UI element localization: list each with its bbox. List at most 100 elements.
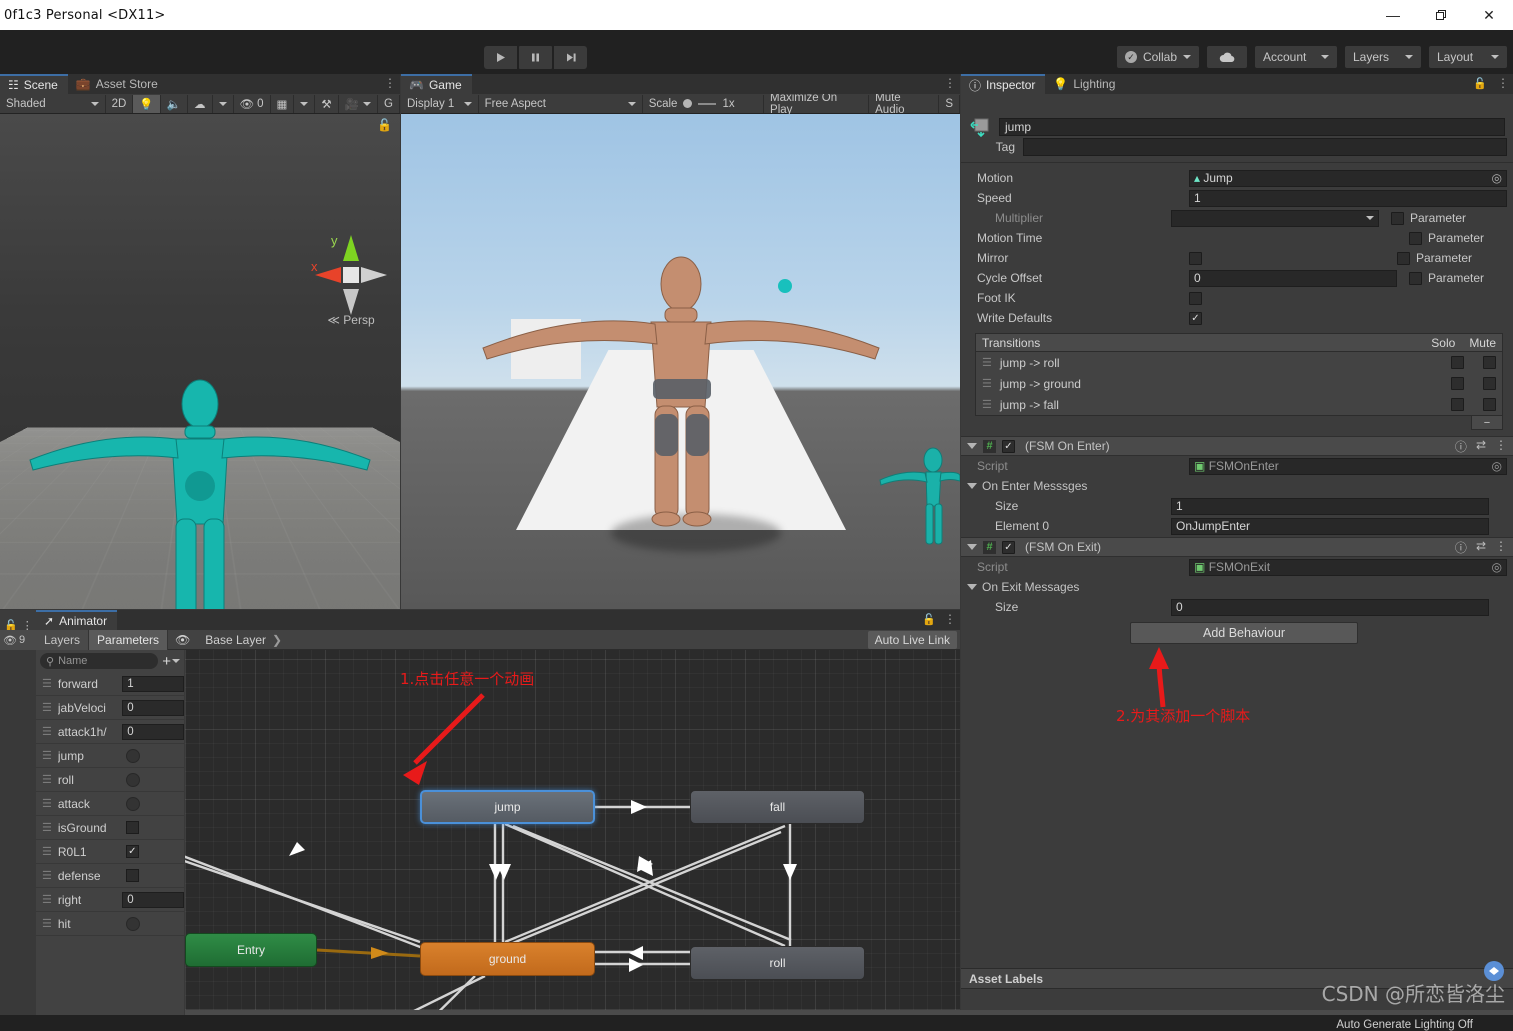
drag-handle-icon[interactable]: ☰ xyxy=(42,821,52,834)
foldout-arrow-icon[interactable] xyxy=(967,443,977,449)
drag-handle-icon[interactable]: ☰ xyxy=(982,356,992,369)
cycle-offset-parameter-checkbox[interactable] xyxy=(1409,271,1422,285)
list-item[interactable]: ☰ forward 1 xyxy=(36,672,184,696)
solo-checkbox[interactable] xyxy=(1451,377,1464,390)
list-foldout-on-enter[interactable]: On Enter Messsges xyxy=(961,476,1513,496)
table-row[interactable]: ☰ jump -> roll xyxy=(976,352,1502,373)
scene-view-gizmo[interactable]: y x ≪ Persp xyxy=(305,229,397,339)
tag-field[interactable] xyxy=(1023,138,1507,156)
effects-dropdown-icon[interactable] xyxy=(213,94,234,113)
step-button[interactable] xyxy=(554,46,587,69)
animator-state-graph[interactable]: jump fall ground roll Entry 1.点击任意一个动画 xyxy=(185,650,960,1010)
drag-handle-icon[interactable]: ☰ xyxy=(42,893,52,906)
component-header-fsm-on-enter[interactable]: # ✓ (FSM On Enter) ⓘ ⇄ ⋮ xyxy=(961,436,1513,456)
component-header-fsm-on-exit[interactable]: # ✓ (FSM On Exit) ⓘ ⇄ ⋮ xyxy=(961,537,1513,557)
table-row[interactable]: ☰ jump -> ground xyxy=(976,373,1502,394)
scene-viewport[interactable]: y x ≪ Persp 🔓 xyxy=(0,114,400,609)
list-item[interactable]: ☰ hit xyxy=(36,912,184,936)
collab-button[interactable]: ✓ Collab xyxy=(1116,46,1199,68)
pause-button[interactable] xyxy=(519,46,552,69)
camera-icon[interactable]: 🎥 xyxy=(339,94,379,113)
state-node-fall[interactable]: fall xyxy=(690,790,865,824)
solo-checkbox[interactable] xyxy=(1451,398,1464,411)
scene-panel-menu-icon[interactable]: ⋮ xyxy=(384,76,396,90)
close-icon[interactable]: ✕ xyxy=(1465,0,1513,30)
breadcrumb[interactable]: Base Layer ❯ xyxy=(197,633,282,647)
tools-icon[interactable]: ⚒ xyxy=(315,94,339,113)
drag-handle-icon[interactable]: ☰ xyxy=(42,869,52,882)
trigger-toggle[interactable] xyxy=(125,748,140,763)
auto-live-link-button[interactable]: Auto Live Link xyxy=(867,630,957,649)
mirror-checkbox[interactable] xyxy=(1189,251,1202,265)
list-foldout-on-exit[interactable]: On Exit Messages xyxy=(961,577,1513,597)
drag-handle-icon[interactable]: ☰ xyxy=(42,773,52,786)
kebab-menu-icon[interactable]: ⋮ xyxy=(1495,438,1507,455)
minimize-icon[interactable]: — xyxy=(1369,0,1417,30)
drag-handle-icon[interactable]: ☰ xyxy=(42,797,52,810)
drag-handle-icon[interactable]: ☰ xyxy=(42,701,52,714)
shading-mode-dropdown[interactable]: Shaded xyxy=(0,94,106,113)
list-item[interactable]: ☰ jump xyxy=(36,744,184,768)
game-panel-menu-icon[interactable]: ⋮ xyxy=(944,76,956,90)
state-node-ground[interactable]: ground xyxy=(420,942,595,976)
scale-slider[interactable]: Scale 1x xyxy=(643,94,765,113)
add-behaviour-button[interactable]: Add Behaviour xyxy=(1130,622,1358,644)
mirror-parameter-checkbox[interactable] xyxy=(1397,251,1410,265)
object-name-field[interactable]: jump xyxy=(999,118,1505,136)
tab-inspector[interactable]: ⓘ Inspector xyxy=(961,74,1046,94)
list-item[interactable]: ☰ attack1h/0 xyxy=(36,720,184,744)
component-enabled-checkbox[interactable]: ✓ xyxy=(1002,439,1015,453)
object-picker-icon[interactable]: ◎ xyxy=(1492,171,1502,185)
element-field[interactable]: OnJumpEnter xyxy=(1171,517,1489,535)
list-item[interactable]: ☰ attack xyxy=(36,792,184,816)
parameter-value[interactable]: 0 xyxy=(122,723,184,740)
parameter-value[interactable]: 1 xyxy=(122,675,184,692)
foldout-arrow-icon[interactable] xyxy=(967,483,977,489)
visibility-toggle[interactable]: 👁 9 xyxy=(0,630,36,650)
drag-handle-icon[interactable]: ☰ xyxy=(982,398,992,411)
mute-checkbox[interactable] xyxy=(1483,377,1496,390)
cycle-offset-field[interactable]: 0 xyxy=(1189,269,1397,287)
size-field[interactable]: 0 xyxy=(1171,598,1489,616)
inspector-menu-icon[interactable]: ⋮ xyxy=(1497,76,1509,90)
list-item[interactable]: ☰ defense xyxy=(36,864,184,888)
scene-projection-label[interactable]: ≪ Persp xyxy=(305,313,397,327)
list-item[interactable]: ☰ roll xyxy=(36,768,184,792)
lightbulb-icon[interactable]: 💡 xyxy=(133,94,161,113)
state-node-roll[interactable]: roll xyxy=(690,946,865,980)
list-item[interactable]: ☰ isGround xyxy=(36,816,184,840)
layers-button[interactable]: Layers xyxy=(1345,46,1421,68)
tab-parameters[interactable]: Parameters xyxy=(89,629,169,650)
remove-transition-button[interactable]: − xyxy=(1471,415,1503,430)
inspector-lock-icon[interactable]: 🔓 xyxy=(1473,77,1487,90)
list-item[interactable]: ☰ jabVeloci 0 xyxy=(36,696,184,720)
multiplier-dropdown[interactable] xyxy=(1171,209,1379,227)
tab-game[interactable]: 🎮 Game xyxy=(401,74,472,94)
drag-handle-icon[interactable]: ☰ xyxy=(42,917,52,930)
maximize-icon[interactable] xyxy=(1417,0,1465,30)
display-dropdown[interactable]: Display 1 xyxy=(401,94,479,113)
tab-lighting[interactable]: 💡 Lighting xyxy=(1045,74,1126,94)
object-picker-icon[interactable]: ◎ xyxy=(1492,459,1502,473)
eye-icon[interactable]: 👁 xyxy=(168,630,197,650)
grid-visibility-icon[interactable]: ▦ xyxy=(271,94,295,113)
motion-field[interactable]: ▴ Jump ◎ xyxy=(1189,169,1507,187)
tab-scene[interactable]: ☷ Scene xyxy=(0,74,68,94)
drag-handle-icon[interactable]: ☰ xyxy=(42,725,52,738)
account-button[interactable]: Account xyxy=(1255,46,1337,68)
tab-asset-store[interactable]: 💼 Asset Store xyxy=(67,74,168,94)
trigger-toggle[interactable] xyxy=(125,796,140,811)
drag-handle-icon[interactable]: ☰ xyxy=(42,677,52,690)
drag-handle-icon[interactable]: ☰ xyxy=(42,845,52,858)
cloud-button[interactable] xyxy=(1207,46,1247,68)
tab-layers[interactable]: Layers xyxy=(36,629,90,650)
object-picker-icon[interactable]: ◎ xyxy=(1492,560,1502,574)
multiplier-parameter-checkbox[interactable] xyxy=(1391,211,1404,225)
foot-ik-checkbox[interactable] xyxy=(1189,291,1202,305)
bool-checkbox[interactable] xyxy=(125,821,139,834)
help-icon[interactable]: ⓘ xyxy=(1455,539,1467,556)
table-row[interactable]: ☰ jump -> fall xyxy=(976,394,1502,415)
lock-icon[interactable]: 🔓 xyxy=(377,118,392,132)
list-item[interactable]: ☰ right 0 xyxy=(36,888,184,912)
scale-slider-handle[interactable] xyxy=(683,99,693,108)
